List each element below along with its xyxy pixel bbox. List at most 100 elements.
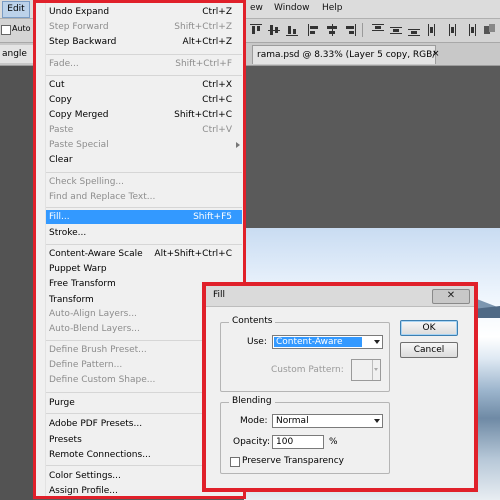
menu-item-undo-expand[interactable]: Undo Expand Ctrl+Z <box>46 5 242 19</box>
contents-group-title: Contents <box>229 316 276 326</box>
auto-align-icon[interactable] <box>484 24 496 36</box>
menu-item-shortcut: Ctrl+X <box>202 80 232 90</box>
custom-pattern-picker[interactable] <box>351 359 381 381</box>
align-top-icon[interactable] <box>250 24 262 36</box>
menu-item-label: Clear <box>49 155 73 165</box>
menu-item-shortcut: Ctrl+V <box>202 125 232 135</box>
menu-item-label: Remote Connections... <box>49 450 151 460</box>
document-tab-left[interactable]: angle <box>0 45 35 63</box>
menu-item-paste: Paste Ctrl+V <box>46 123 242 137</box>
menu-item-clear[interactable]: Clear <box>46 153 242 167</box>
auto-select-checkbox[interactable] <box>1 25 11 35</box>
distribute-bottom-icon[interactable] <box>408 24 420 36</box>
dialog-title: Fill <box>213 290 226 300</box>
menu-item-puppet-warp[interactable]: Puppet Warp <box>46 262 242 276</box>
menu-item-fade: Fade... Shift+Ctrl+F <box>46 57 242 71</box>
menu-icon-gutter <box>36 3 46 496</box>
align-vcenter-icon[interactable] <box>268 24 280 36</box>
menu-item-label: Cut <box>49 80 65 90</box>
distribute-hcenter-icon[interactable] <box>446 24 458 36</box>
menu-item-stroke[interactable]: Stroke... <box>46 226 242 240</box>
menu-window[interactable]: Window <box>274 3 310 13</box>
menu-item-label: Define Custom Shape... <box>49 375 156 385</box>
ok-button[interactable]: OK <box>400 320 458 336</box>
menu-item-find-and-replace-text: Find and Replace Text... <box>46 190 242 204</box>
mode-select[interactable]: Normal <box>272 414 383 428</box>
align-right-icon[interactable] <box>344 24 356 36</box>
align-hcenter-icon[interactable] <box>326 24 338 36</box>
custom-pattern-label: Custom Pattern: <box>271 365 344 375</box>
menu-edit[interactable]: Edit <box>2 1 30 18</box>
menu-item-shortcut: Ctrl+C <box>202 95 232 105</box>
opacity-input[interactable]: 100 <box>272 435 324 449</box>
distribute-left-icon[interactable] <box>428 24 440 36</box>
menu-item-label: Adobe PDF Presets... <box>49 419 143 429</box>
menu-help[interactable]: Help <box>322 3 343 13</box>
menu-item-label: Free Transform <box>49 279 116 289</box>
cancel-button[interactable]: Cancel <box>400 342 458 358</box>
menu-item-shortcut: Alt+Ctrl+Z <box>182 37 232 47</box>
fill-dialog: Fill ✕ Contents Use: Content-Aware Custo… <box>202 282 478 492</box>
blending-group: Blending Mode: Normal Opacity: 100 % Pre… <box>220 396 390 474</box>
menu-item-check-spelling: Check Spelling... <box>46 175 242 189</box>
align-left-icon[interactable] <box>308 24 320 36</box>
menu-item-label: Color Settings... <box>49 471 121 481</box>
chevron-down-icon <box>374 340 380 344</box>
menu-item-label: Paste <box>49 125 74 135</box>
opacity-label: Opacity: <box>233 437 270 447</box>
pattern-picker-divider <box>372 360 373 380</box>
distribute-top-icon[interactable] <box>372 24 384 36</box>
menu-item-label: Auto-Blend Layers... <box>49 324 140 334</box>
menu-item-copy-merged[interactable]: Copy Merged Shift+Ctrl+C <box>46 108 242 122</box>
menu-item-label: Undo Expand <box>49 7 110 17</box>
menu-separator <box>46 54 242 55</box>
menu-item-label: Fill... <box>49 212 70 222</box>
dialog-titlebar: Fill ✕ <box>206 286 474 307</box>
menu-item-label: Fade... <box>49 59 79 69</box>
menu-item-step-backward[interactable]: Step Backward Alt+Ctrl+Z <box>46 35 242 49</box>
menu-item-label: Define Pattern... <box>49 360 123 370</box>
menu-item-shortcut: Shift+Ctrl+Z <box>174 22 232 32</box>
preserve-transparency-label: Preserve Transparency <box>242 456 344 466</box>
menu-item-label: Purge <box>49 398 75 408</box>
tab-close-icon[interactable]: × <box>432 45 442 63</box>
menu-item-paste-special: Paste Special <box>46 138 242 152</box>
auto-select-label: Auto <box>12 24 31 33</box>
menu-item-shortcut: Ctrl+Z <box>202 7 232 17</box>
menu-item-step-forward: Step Forward Shift+Ctrl+Z <box>46 20 242 34</box>
menu-item-content-aware-scale[interactable]: Content-Aware Scale Alt+Shift+Ctrl+C <box>46 247 242 261</box>
opacity-value: 100 <box>276 437 294 447</box>
use-select[interactable]: Content-Aware <box>272 335 383 349</box>
align-bottom-icon[interactable] <box>286 24 298 36</box>
menu-item-label: Copy Merged <box>49 110 109 120</box>
menu-separator <box>46 207 242 208</box>
distribute-right-icon[interactable] <box>464 24 476 36</box>
mode-label: Mode: <box>240 416 268 426</box>
menu-separator <box>46 244 242 245</box>
menu-item-copy[interactable]: Copy Ctrl+C <box>46 93 242 107</box>
menu-item-cut[interactable]: Cut Ctrl+X <box>46 78 242 92</box>
menu-item-label: Content-Aware Scale <box>49 249 143 259</box>
menu-item-label: Assign Profile... <box>49 486 118 496</box>
opacity-unit: % <box>329 437 338 447</box>
menu-item-label: Presets <box>49 435 82 445</box>
distribute-vcenter-icon[interactable] <box>390 24 402 36</box>
document-tab-active[interactable]: rama.psd @ 8.33% (Layer 5 copy, RGB/8*) … <box>252 45 436 64</box>
menu-item-shortcut: Shift+Ctrl+C <box>174 110 232 120</box>
chevron-down-icon <box>374 419 380 423</box>
menu-item-label: Check Spelling... <box>49 177 125 187</box>
menu-item-label: Define Brush Preset... <box>49 345 147 355</box>
dialog-close-button[interactable]: ✕ <box>432 289 470 304</box>
menu-item-label: Stroke... <box>49 228 87 238</box>
menu-item-label: Puppet Warp <box>49 264 107 274</box>
menu-item-label: Step Forward <box>49 22 109 32</box>
blending-group-title: Blending <box>229 396 275 406</box>
menu-item-fill[interactable]: Fill... Shift+F5 <box>46 210 242 224</box>
menu-separator <box>46 172 242 173</box>
menu-item-label: Copy <box>49 95 72 105</box>
preserve-transparency-checkbox[interactable] <box>230 457 240 467</box>
chevron-down-icon <box>374 368 378 371</box>
menu-item-label: Step Backward <box>49 37 117 47</box>
menu-view[interactable]: ew <box>250 3 263 13</box>
menu-item-shortcut: Alt+Shift+Ctrl+C <box>154 249 232 259</box>
